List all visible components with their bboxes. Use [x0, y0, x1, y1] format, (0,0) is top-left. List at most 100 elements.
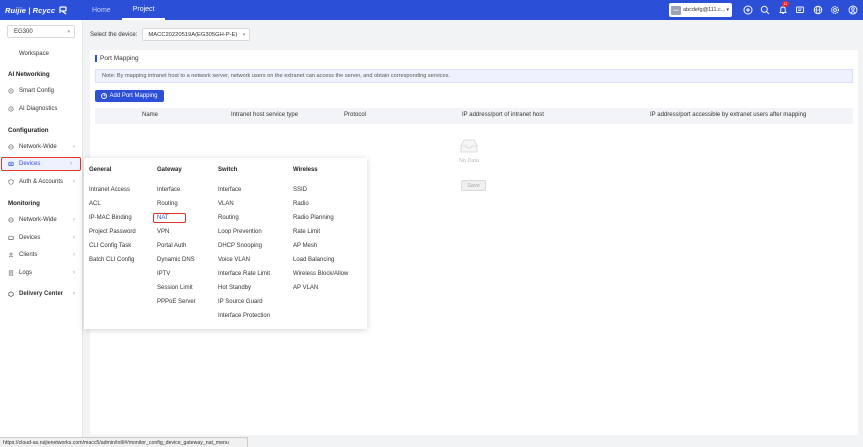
- bell-icon[interactable]: 11: [776, 1, 790, 16]
- chevron-right-icon: ›: [73, 144, 75, 150]
- chevron-down-icon: ▾: [67, 28, 70, 35]
- menu-item-ssid[interactable]: SSID: [293, 187, 307, 193]
- menu-item-voice-vlan[interactable]: Voice VLAN: [218, 257, 250, 263]
- menu-item-switch-routing[interactable]: Routing: [218, 215, 239, 221]
- menu-item-dynamic-dns[interactable]: Dynamic DNS: [157, 257, 195, 263]
- device-select[interactable]: MACC20220519A(EG305GH-P-E) ▾: [142, 28, 251, 41]
- menu-item-intranet-access[interactable]: Intranet Access: [89, 187, 130, 193]
- menu-item-batch-cli-config[interactable]: Batch CLI Config: [89, 257, 134, 263]
- menu-item-interface-rate-limit[interactable]: Interface Rate Limit: [218, 271, 270, 277]
- globe-icon[interactable]: [811, 3, 824, 16]
- sidebar-item-label: Auth & Accounts: [19, 179, 64, 185]
- sidebar-item-ai-diagnostics[interactable]: AI Diagnostics: [0, 102, 83, 116]
- shield-icon: [8, 179, 14, 185]
- sidebar-item-devices[interactable]: Devices ›: [1, 157, 81, 171]
- menu-item-portal-auth[interactable]: Portal Auth: [157, 243, 186, 249]
- sidebar-item-network-wide[interactable]: Network-Wide ›: [0, 140, 83, 154]
- device-select-value: MACC20220519A(EG305GH-P-E): [148, 31, 238, 38]
- menu-item-ap-mesh[interactable]: AP Mesh: [293, 243, 317, 249]
- sidebar-item-label: AI Diagnostics: [19, 106, 58, 112]
- menu-item-cli-config-task[interactable]: CLI Config Task: [89, 243, 131, 249]
- menu-item-load-balancing[interactable]: Load Balancing: [293, 257, 334, 263]
- sidebar-item-delivery-center[interactable]: Delivery Center ›: [0, 287, 83, 301]
- sidebar-item-workspace[interactable]: Workspace: [0, 47, 83, 61]
- menu-item-gateway-routing[interactable]: Routing: [157, 201, 178, 207]
- sidebar-item-clients[interactable]: Clients ›: [0, 248, 83, 262]
- menu-item-ip-mac-binding[interactable]: IP-MAC Binding: [89, 215, 132, 221]
- sidebar-item-smart-config[interactable]: Smart Config: [0, 84, 83, 98]
- menu-item-hot-standby[interactable]: Hot Standby: [218, 285, 251, 291]
- menu-item-session-limit[interactable]: Session Limit: [157, 285, 193, 291]
- empty-box-icon: [460, 139, 478, 153]
- sidebar-item-label: Workspace: [19, 51, 49, 57]
- sidebar-item-label: Delivery Center: [19, 291, 64, 297]
- chevron-right-icon: ›: [73, 217, 75, 223]
- menu-item-radio[interactable]: Radio: [293, 201, 309, 207]
- menu-item-dhcp-snooping[interactable]: DHCP Snooping: [218, 243, 262, 249]
- sidebar-item-label: Network-Wide: [19, 144, 57, 150]
- menu-item-rate-limit[interactable]: Rate Limit: [293, 229, 320, 235]
- account-avatar: user: [671, 5, 681, 15]
- sidebar-item-auth-accounts[interactable]: Auth & Accounts ›: [0, 175, 83, 189]
- sidebar-section-monitoring: Monitoring: [8, 200, 40, 207]
- sidebar-section-configuration: Configuration: [8, 127, 49, 134]
- project-select[interactable]: EG300 ▾: [7, 25, 75, 38]
- sidebar-item-logs[interactable]: Logs ›: [0, 266, 83, 280]
- user-icon[interactable]: [846, 3, 859, 16]
- smart-config-icon: [8, 88, 14, 94]
- sidebar-item-label: Clients: [19, 252, 38, 258]
- sidebar-item-label: Logs: [19, 270, 33, 276]
- plus-circle-icon[interactable]: [741, 3, 754, 16]
- sidebar-item-monitor-network-wide[interactable]: Network-Wide ›: [0, 213, 83, 227]
- menu-column-title-switch: Switch: [218, 167, 238, 173]
- logs-icon: [8, 270, 14, 276]
- add-port-mapping-button[interactable]: + Add Port Mapping: [95, 90, 164, 102]
- chevron-right-icon: ›: [73, 179, 75, 185]
- menu-item-interface-protection[interactable]: Interface Protection: [218, 313, 270, 319]
- menu-item-acl[interactable]: ACL: [89, 201, 101, 207]
- column-header-name: Name: [142, 112, 159, 118]
- sidebar-item-monitor-devices[interactable]: Devices ›: [0, 231, 83, 245]
- devices-icon: [8, 161, 14, 167]
- logo-mark-icon: [59, 6, 67, 15]
- devices-mega-menu: General Intranet Access ACL IP-MAC Bindi…: [84, 158, 367, 329]
- nav-project[interactable]: Project: [121, 0, 166, 20]
- menu-item-iptv[interactable]: IPTV: [157, 271, 170, 277]
- menu-item-ip-source-guard[interactable]: IP Source Guard: [218, 299, 263, 305]
- menu-item-radio-planning[interactable]: Radio Planning: [293, 215, 334, 221]
- menu-item-wireless-block-allow[interactable]: Wireless Block/Allow: [293, 271, 348, 277]
- menu-item-vlan[interactable]: VLAN: [218, 201, 234, 207]
- network-icon: [8, 217, 14, 223]
- account-switcher[interactable]: user abcdefg@111.c... ▾: [669, 3, 732, 17]
- info-note: Note: By mapping intranet host to a netw…: [95, 69, 853, 83]
- device-selector-label: Select the device:: [90, 31, 138, 38]
- menu-item-gateway-interface[interactable]: Interface: [157, 187, 180, 193]
- menu-item-project-password[interactable]: Project Password: [89, 229, 136, 235]
- menu-item-ap-vlan[interactable]: AP VLAN: [293, 285, 318, 291]
- chevron-down-icon: ▾: [242, 31, 246, 38]
- plus-icon: +: [101, 92, 108, 99]
- menu-column-title-wireless: Wireless: [293, 167, 318, 173]
- menu-column-title-general: General: [89, 167, 112, 173]
- sidebar-item-label: Smart Config: [19, 88, 55, 94]
- menu-item-pppoe-server[interactable]: PPPoE Server: [157, 299, 196, 305]
- nav-home[interactable]: Home: [81, 0, 122, 20]
- notification-badge: 11: [782, 1, 790, 7]
- menu-item-vpn[interactable]: VPN: [157, 229, 169, 235]
- main-nav: Home Project: [81, 0, 166, 20]
- sidebar-item-label: Network-Wide: [19, 217, 57, 223]
- devices-icon: [8, 235, 14, 241]
- chevron-right-icon: ›: [73, 291, 75, 297]
- message-icon[interactable]: [794, 3, 807, 16]
- empty-state: No Data: [458, 137, 480, 164]
- brand-logo[interactable]: Ruijie | Rcycc: [5, 5, 71, 15]
- menu-item-switch-interface[interactable]: Interface: [218, 187, 241, 193]
- search-icon[interactable]: [759, 3, 772, 16]
- network-icon: [8, 144, 14, 150]
- chevron-right-icon: ›: [70, 161, 72, 167]
- menu-item-loop-prevention[interactable]: Loop Prevention: [218, 229, 262, 235]
- add-port-mapping-label: Add Port Mapping: [109, 93, 158, 99]
- menu-item-nat[interactable]: NAT: [153, 213, 186, 223]
- save-button[interactable]: Save: [461, 180, 486, 191]
- gear-icon[interactable]: [829, 3, 842, 16]
